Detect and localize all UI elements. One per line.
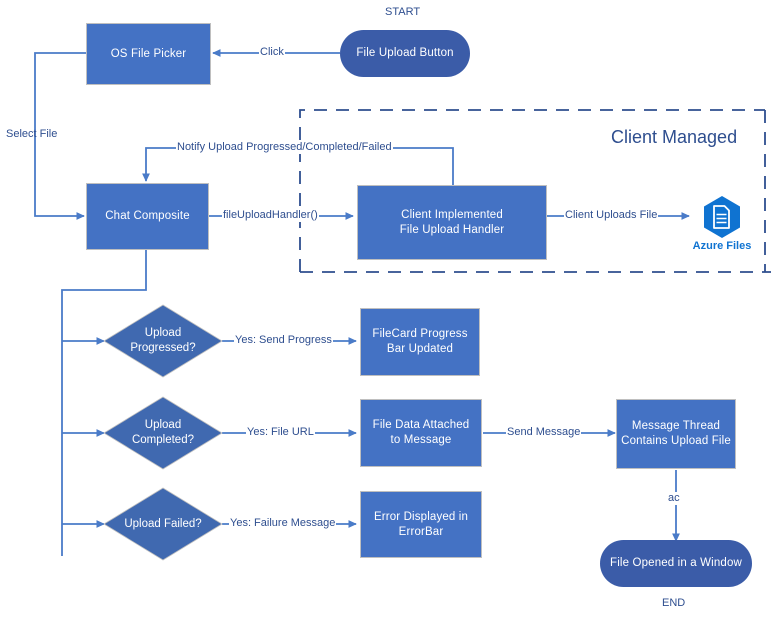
node-client-handler-label-line2: File Upload Handler (399, 223, 505, 236)
node-chat-composite-label: Chat Composite (105, 210, 190, 222)
diamond-upload-completed[interactable] (103, 396, 223, 470)
node-error-displayed-in-errorbar[interactable]: Error Displayed in ErrorBar (360, 491, 482, 558)
node-file-upload-button-label: File Upload Button (356, 47, 454, 59)
edge-label-yes-failure-message: Yes: Failure Message (229, 517, 337, 530)
edge-label-yes-file-url: Yes: File URL (246, 426, 315, 439)
node-os-file-picker[interactable]: OS File Picker (86, 23, 211, 85)
node-filecard-label-line1: FileCard Progress (372, 328, 468, 340)
node-file-upload-button[interactable]: File Upload Button (340, 30, 470, 77)
edge-label-client-uploads-file: Client Uploads File (564, 209, 659, 222)
edge-label-ac: ac (667, 492, 681, 505)
label-start: START (385, 6, 421, 18)
label-client-managed: Client Managed (611, 127, 738, 147)
decision-shapes (103, 304, 223, 561)
azure-files-icon (704, 196, 740, 238)
node-message-thread-label-line2: Contains Upload File (621, 435, 731, 447)
edge-label-click: Click (259, 46, 285, 59)
azure-files-caption: Azure Files (692, 240, 752, 252)
node-filedata-label-line2: to Message (390, 434, 452, 446)
edge-label-yes-send-progress: Yes: Send Progress (234, 334, 333, 347)
azure-files-caption-wrap: Azure Files (680, 239, 764, 253)
node-filedata-label-line1: File Data Attached (372, 419, 470, 431)
node-error-label-line2: ErrorBar (398, 525, 444, 538)
node-message-thread-label-line1: Message Thread (631, 420, 721, 432)
node-file-opened-in-a-window[interactable]: File Opened in a Window (600, 540, 752, 587)
edge-label-notify: Notify Upload Progressed/Completed/Faile… (176, 141, 393, 154)
node-client-handler-label-line1: Client Implemented (401, 208, 503, 221)
diamond-upload-failed[interactable] (103, 487, 223, 561)
node-client-implemented-file-upload-handler[interactable]: Client Implemented File Upload Handler (357, 185, 547, 260)
node-chat-composite[interactable]: Chat Composite (86, 183, 209, 250)
diamond-upload-progressed[interactable] (103, 304, 223, 378)
node-message-thread-contains-upload-file[interactable]: Message Thread Contains Upload File (616, 399, 736, 469)
edge-label-send-message: Send Message (506, 426, 582, 439)
node-file-opened-label: File Opened in a Window (610, 557, 742, 569)
node-file-data-attached-to-message[interactable]: File Data Attached to Message (360, 399, 482, 467)
node-error-label-line1: Error Displayed in (373, 510, 469, 523)
node-filecard-label-line2: Bar Updated (386, 343, 454, 355)
flowchart-canvas: File Upload Button OS File Picker Chat C… (0, 0, 771, 619)
edge-label-file-upload-handler: fileUploadHandler() (222, 209, 319, 222)
node-filecard-progress-bar-updated[interactable]: FileCard Progress Bar Updated (360, 308, 480, 376)
edge-label-select-file: Select File (6, 128, 58, 140)
node-os-file-picker-label: OS File Picker (110, 47, 187, 60)
label-end: END (662, 597, 686, 609)
